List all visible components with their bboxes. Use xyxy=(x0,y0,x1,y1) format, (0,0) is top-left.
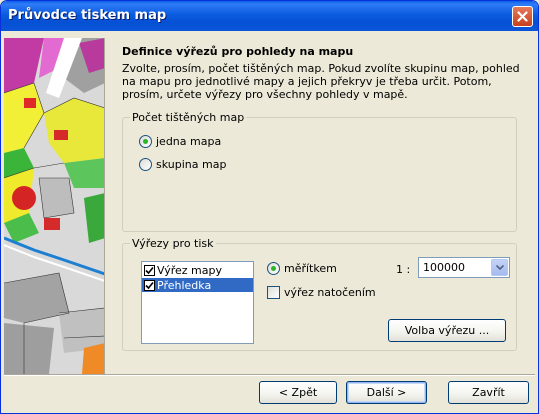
checkmark-icon xyxy=(145,266,154,274)
radio-button[interactable] xyxy=(139,135,152,148)
rotation-checkbox-row[interactable]: výřez natočením xyxy=(267,286,376,299)
scale-combobox[interactable]: 100000 xyxy=(418,257,510,278)
map-count-group: Počet tištěných map jedna mapa skupina m… xyxy=(122,111,517,232)
dialog-client-area: Definice výřezů pro pohledy na mapu Zvol… xyxy=(4,31,535,412)
list-item-overview[interactable]: Přehledka xyxy=(142,278,253,292)
list-item-label: Výřez mapy xyxy=(157,263,223,277)
dialog-window: Průvodce tiskem map Definice výřezů pro … xyxy=(0,0,539,414)
next-button[interactable]: Další > xyxy=(346,381,427,404)
checkbox-cutout-map[interactable] xyxy=(144,264,155,276)
close-icon xyxy=(517,11,528,22)
title-bar[interactable]: Průvodce tiskem map xyxy=(1,1,538,31)
list-item-cutout-map[interactable]: Výřez mapy xyxy=(142,263,253,277)
map-illustration xyxy=(4,38,105,374)
radio-button[interactable] xyxy=(267,262,280,275)
cutouts-legend: Výřezy pro tisk xyxy=(130,237,216,250)
select-cutout-button[interactable]: Volba výřezu ... xyxy=(388,319,506,342)
radio-map-group[interactable]: skupina map xyxy=(139,158,226,171)
map-count-legend: Počet tištěných map xyxy=(130,111,247,124)
cutouts-listbox[interactable]: Výřez mapy Přehledka xyxy=(141,261,254,344)
close-button[interactable]: Zavřít xyxy=(448,381,529,404)
radio-single-map-label: jedna mapa xyxy=(156,135,222,148)
radio-selected-dot xyxy=(271,266,276,271)
list-item-label: Přehledka xyxy=(157,278,212,292)
window-title: Průvodce tiskem map xyxy=(8,8,167,23)
radio-scale-label: měřítkem xyxy=(284,262,337,275)
radio-map-group-label: skupina map xyxy=(156,158,227,171)
checkbox-overview[interactable] xyxy=(144,279,155,291)
cutouts-group: Výřezy pro tisk Výřez mapy Přehledka měř… xyxy=(122,237,517,351)
close-window-button[interactable] xyxy=(512,6,533,27)
chevron-down-icon xyxy=(495,265,504,270)
radio-single-map[interactable]: jedna mapa xyxy=(139,135,221,148)
rotation-checkbox-label: výřez natočením xyxy=(284,286,376,299)
scale-value: 100000 xyxy=(423,261,465,274)
page-heading: Definice výřezů pro pohledy na mapu xyxy=(122,45,354,58)
checkmark-icon xyxy=(145,281,154,289)
checkbox-rotation[interactable] xyxy=(267,286,280,299)
map-image-icon xyxy=(4,38,104,374)
page-description: Zvolte, prosím, počet tištěných map. Pok… xyxy=(122,62,520,101)
radio-selected-dot xyxy=(143,139,148,144)
dropdown-button[interactable] xyxy=(491,259,508,276)
radio-scale[interactable]: měřítkem xyxy=(267,262,337,275)
radio-button[interactable] xyxy=(139,158,152,171)
footer-separator xyxy=(4,374,535,376)
back-button[interactable]: < Zpět xyxy=(259,381,337,404)
scale-prefix: 1 : xyxy=(396,263,411,276)
